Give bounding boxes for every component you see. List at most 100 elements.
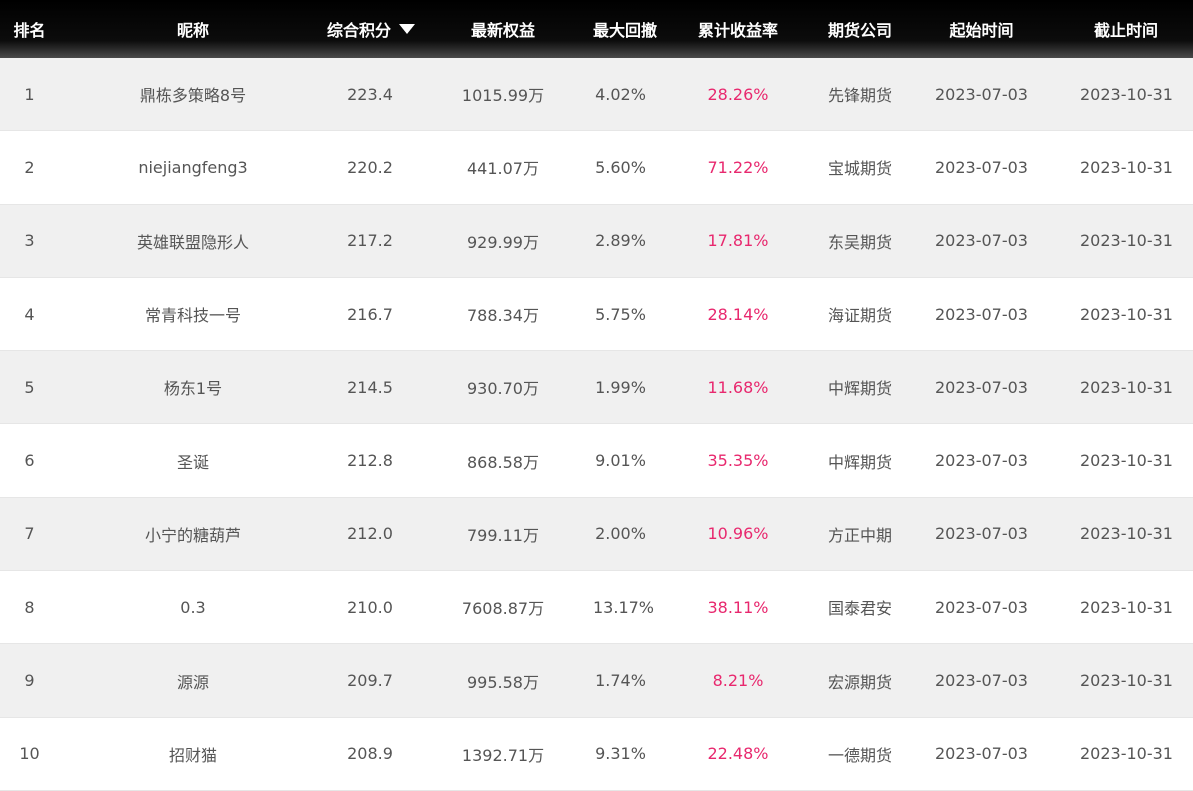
cell-equity: 995.58万	[467, 672, 539, 692]
cell-rank: 9	[24, 671, 35, 691]
cell-start: 2023-07-03	[935, 304, 1028, 324]
header-firm: 期货公司	[828, 21, 893, 40]
cell-max-drawdown: 1.74%	[595, 671, 646, 691]
cell-start: 2023-07-03	[935, 377, 1028, 397]
cell-end: 2023-10-31	[1080, 377, 1173, 397]
cell-name: 杨东1号	[163, 379, 223, 399]
cell-equity: 1015.99万	[461, 86, 545, 106]
cell-name: 鼎栋多策略8号	[139, 86, 247, 106]
cell-max-drawdown: 9.31%	[595, 744, 646, 764]
header-name: 昵称	[176, 21, 209, 40]
cell-firm: 海证期货	[828, 306, 893, 326]
cell-rank: 7	[24, 524, 35, 544]
cell-score: 212.8	[347, 451, 393, 471]
cell-end: 2023-10-31	[1080, 671, 1173, 691]
table-row: 5 杨东1号 214.5 930.70万 1.99% 11.68% 中辉期货 2023-07-…	[0, 351, 1193, 425]
cell-start: 2023-07-03	[935, 84, 1028, 104]
cell-end: 2023-10-31	[1080, 231, 1173, 251]
cell-end: 2023-10-31	[1080, 451, 1173, 471]
cell-name: 常青科技一号	[144, 306, 241, 326]
cell-name: 源源	[176, 672, 209, 692]
cell-cum-return: 71.22%	[707, 157, 769, 177]
cell-start: 2023-07-03	[935, 157, 1028, 177]
cell-score: 209.7	[347, 671, 393, 691]
cell-firm: 先锋期货	[828, 86, 893, 106]
cell-rank: 6	[24, 451, 35, 471]
table-row: 3 英雄联盟隐形人 217.2 929.99万 2.89% 17.81% 东吴期货 2023-…	[0, 204, 1193, 278]
table-header: 排名 昵称 综合积分 最新权益 最大回撤 累计收益率 期货公司 起始时间 截止时…	[0, 0, 1193, 58]
cell-equity: 930.70万	[467, 379, 539, 399]
cell-firm: 中辉期货	[828, 379, 893, 399]
cell-start: 2023-07-03	[935, 671, 1028, 691]
cell-max-drawdown: 5.60%	[595, 157, 646, 177]
cell-equity: 1392.71万	[461, 745, 545, 765]
table-row: 6 圣诞 212.8 868.58万 9.01% 35.35% 中辉期货 2023-07-03…	[0, 424, 1193, 498]
cell-max-drawdown: 13.17%	[593, 597, 655, 617]
header-score[interactable]: 综合积分	[327, 17, 416, 41]
header-start: 起始时间	[949, 21, 1014, 40]
cell-firm: 宝城期货	[828, 159, 893, 179]
header-max-drawdown: 最大回撤	[593, 21, 658, 40]
cell-start: 2023-07-03	[935, 451, 1028, 471]
cell-start: 2023-07-03	[935, 597, 1028, 617]
header-rank: 排名	[13, 21, 46, 40]
cell-rank: 10	[19, 744, 40, 764]
cell-max-drawdown: 9.01%	[595, 451, 646, 471]
cell-score: 220.2	[347, 157, 393, 177]
cell-firm: 宏源期货	[828, 672, 893, 692]
ranking-table: 排名 昵称 综合积分 最新权益 最大回撤 累计收益率 期货公司 起始时间 截止时…	[0, 0, 1193, 791]
table-row: 10 招财猫 208.9 1392.71万 9.31% 22.48% 一德期货 2023-07…	[0, 717, 1193, 791]
cell-start: 2023-07-03	[935, 231, 1028, 251]
cell-cum-return: 8.21%	[712, 671, 764, 691]
cell-equity: 441.07万	[467, 159, 539, 179]
cell-firm: 国泰君安	[828, 599, 893, 619]
cell-rank: 1	[24, 84, 35, 104]
cell-cum-return: 35.35%	[707, 451, 769, 471]
cell-score: 217.2	[347, 231, 393, 251]
cell-cum-return: 10.96%	[707, 524, 769, 544]
cell-firm: 方正中期	[828, 525, 893, 545]
cell-start: 2023-07-03	[935, 524, 1028, 544]
table-row: 4 常青科技一号 216.7 788.34万 5.75% 28.14% 海证期货 2023-0…	[0, 277, 1193, 352]
cell-score: 223.4	[347, 84, 393, 104]
cell-score: 214.5	[347, 377, 393, 397]
cell-name: 英雄联盟隐形人	[136, 232, 249, 252]
table-row: 9 源源 209.7 995.58万 1.74% 8.21% 宏源期货 2023-07-03 2…	[0, 644, 1193, 718]
cell-rank: 5	[24, 377, 35, 397]
cell-name: 0.3	[180, 597, 206, 617]
cell-end: 2023-10-31	[1080, 744, 1173, 764]
cell-equity: 868.58万	[467, 452, 539, 472]
cell-equity: 7608.87万	[461, 599, 545, 619]
cell-cum-return: 17.81%	[707, 231, 769, 251]
table-row: 7 小宁的糖葫芦 212.0 799.11万 2.00% 10.96% 方正中期 2023-0…	[0, 497, 1193, 572]
cell-max-drawdown: 4.02%	[595, 84, 646, 104]
cell-cum-return: 28.26%	[707, 84, 769, 104]
cell-score: 216.7	[347, 304, 393, 324]
cell-max-drawdown: 2.89%	[595, 231, 646, 251]
cell-cum-return: 22.48%	[707, 744, 769, 764]
cell-cum-return: 11.68%	[707, 377, 769, 397]
cell-cum-return: 28.14%	[707, 304, 769, 324]
cell-firm: 中辉期货	[828, 452, 893, 472]
cell-max-drawdown: 2.00%	[595, 524, 646, 544]
cell-equity: 799.11万	[467, 525, 539, 545]
cell-firm: 东吴期货	[828, 232, 893, 252]
header-score-label: 综合积分	[327, 21, 392, 40]
cell-rank: 2	[24, 157, 35, 177]
cell-max-drawdown: 5.75%	[595, 304, 646, 324]
table-body: 1 鼎栋多策略8号 223.4 1015.99万 4.02% 28.26% 先锋期货 2023…	[0, 58, 1193, 791]
table-row: 2 niejiangfeng3 220.2 441.07万 5.60% 71.22% 宝城期…	[0, 131, 1193, 205]
cell-start: 2023-07-03	[935, 744, 1028, 764]
cell-end: 2023-10-31	[1080, 84, 1173, 104]
cell-end: 2023-10-31	[1080, 157, 1173, 177]
cell-score: 210.0	[347, 597, 393, 617]
cell-equity: 788.34万	[467, 306, 539, 326]
header-cum-return: 累计收益率	[697, 21, 778, 40]
cell-firm: 一德期货	[828, 745, 893, 765]
cell-rank: 3	[24, 231, 35, 251]
cell-name: 小宁的糖葫芦	[144, 525, 241, 545]
cell-rank: 4	[24, 304, 35, 324]
cell-name: 招财猫	[168, 745, 217, 765]
cell-end: 2023-10-31	[1080, 304, 1173, 324]
cell-equity: 929.99万	[467, 232, 539, 252]
